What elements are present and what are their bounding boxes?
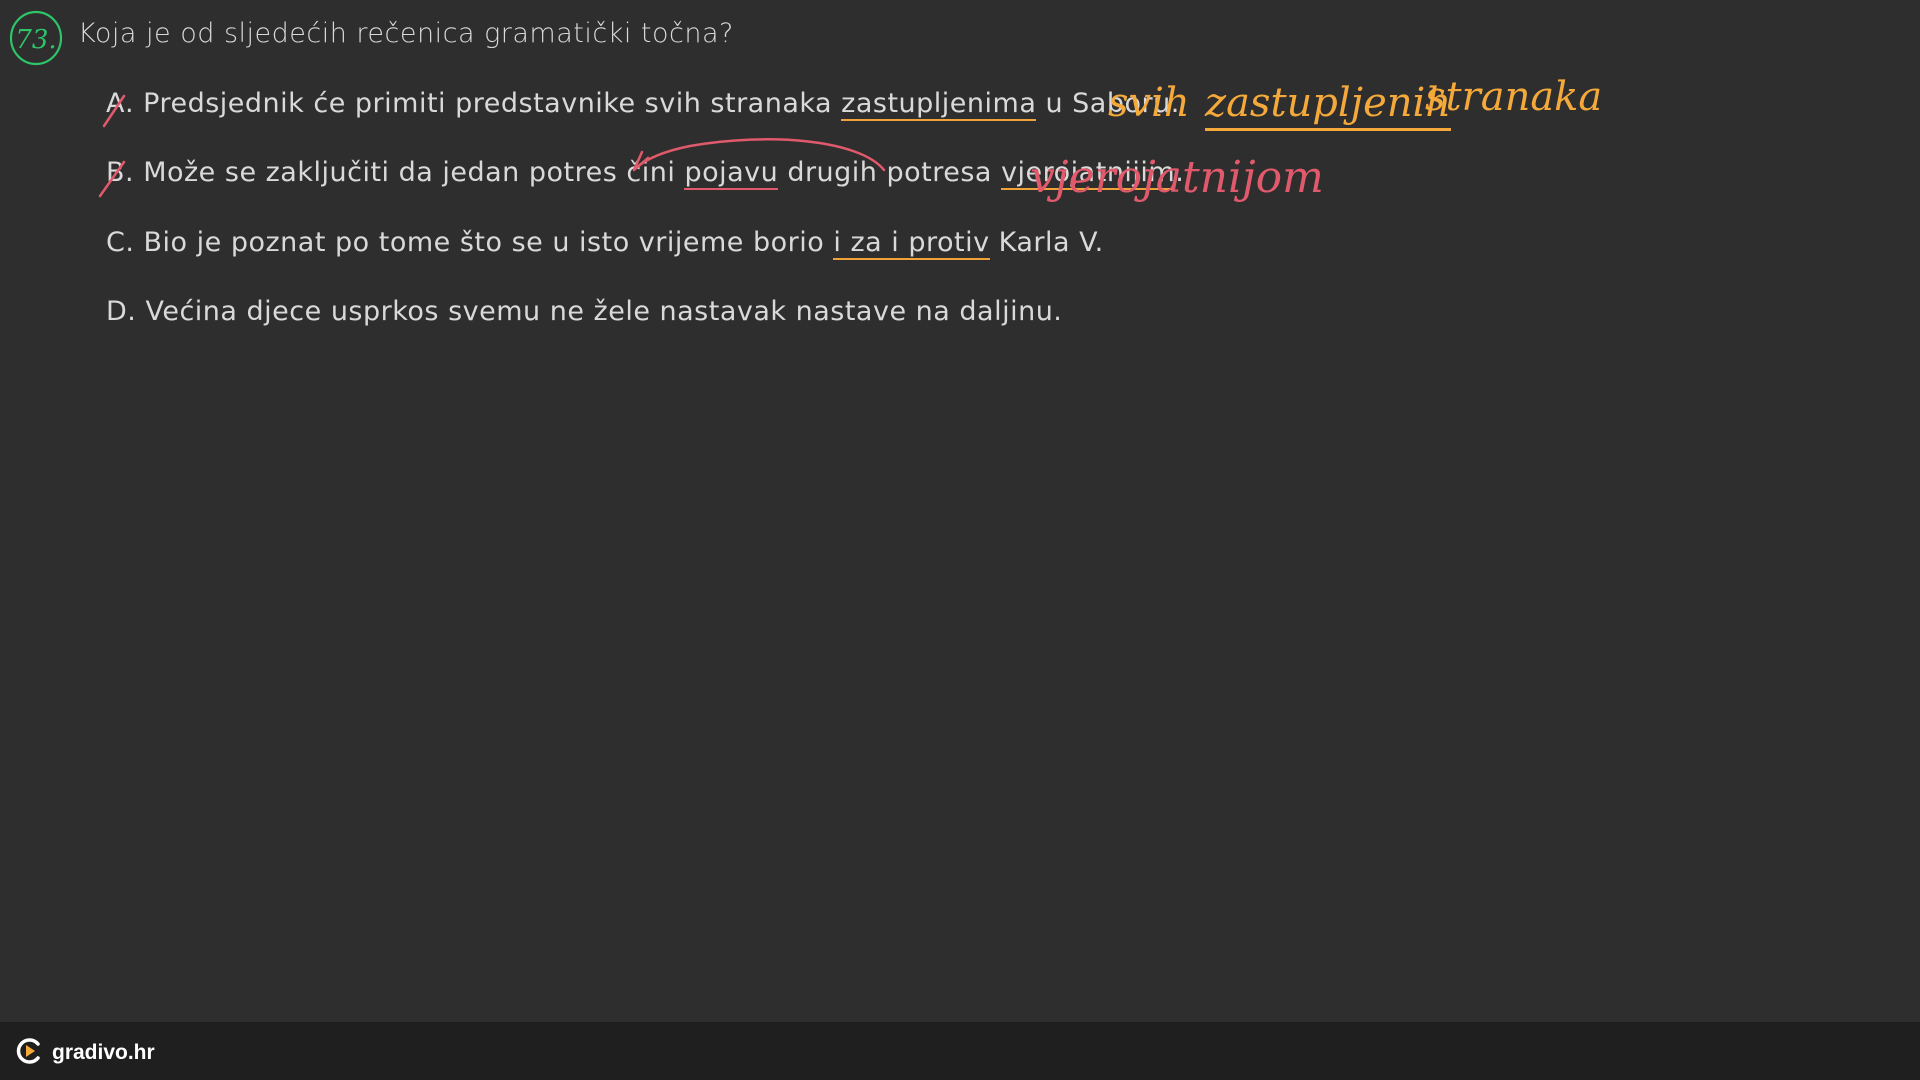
option-c-text-before: . Bio je poznat po tome što se u isto vr… — [125, 227, 834, 258]
question-number: 73. — [15, 25, 56, 55]
annotation-correction-zastupljenih: zastupljenih — [1205, 80, 1452, 131]
option-letter-c: C — [106, 227, 126, 258]
question-text: Koja je od sljedećih rečenica gramatički… — [78, 18, 734, 49]
option-d-text: . Većina djece usprkos svemu ne žele nas… — [127, 296, 1063, 327]
whiteboard: 73. Koja je od sljedećih rečenica gramat… — [0, 0, 1920, 1022]
annotation-correction-vjerojatnijom: vjerojatnijom — [1030, 152, 1324, 203]
brand-link[interactable]: gradivo.hr — [14, 1036, 155, 1070]
option-c: C. Bio je poznat po tome što se u isto v… — [106, 227, 1104, 260]
brand-name: gradivo.hr — [52, 1041, 155, 1064]
option-b-underlined-word-1: pojavu — [684, 157, 779, 190]
option-letter-b: B — [106, 157, 126, 188]
option-a: A. Predsjednik će primiti predstavnike s… — [106, 88, 1180, 121]
annotation-correction-stranaka: stranaka — [1425, 74, 1603, 120]
footer-bar: gradivo.hr — [0, 1022, 1920, 1080]
option-a-text-before: . Predsjednik će primiti predstavnike sv… — [124, 88, 842, 119]
question-number-badge: 73. — [8, 8, 64, 66]
option-c-text-after: Karla V. — [989, 227, 1104, 258]
option-b: B. Može se zaključiti da jedan potres či… — [106, 157, 1184, 190]
option-b-text-middle: drugih potresa — [778, 157, 1002, 188]
option-letter-a: A — [106, 88, 125, 119]
option-d: D. Većina djece usprkos svemu ne žele na… — [106, 296, 1062, 327]
option-a-underlined-word: zastupljenima — [841, 88, 1037, 121]
annotation-correction-svih: svih — [1108, 80, 1190, 126]
option-b-text-before: . Može se zaključiti da jedan potres čin… — [125, 157, 685, 188]
option-letter-d: D — [106, 296, 128, 327]
option-c-underlined-phrase: i za i protiv — [833, 227, 990, 260]
pen-strokes-layer — [98, 94, 886, 198]
gradivo-logo-icon — [14, 1036, 44, 1070]
